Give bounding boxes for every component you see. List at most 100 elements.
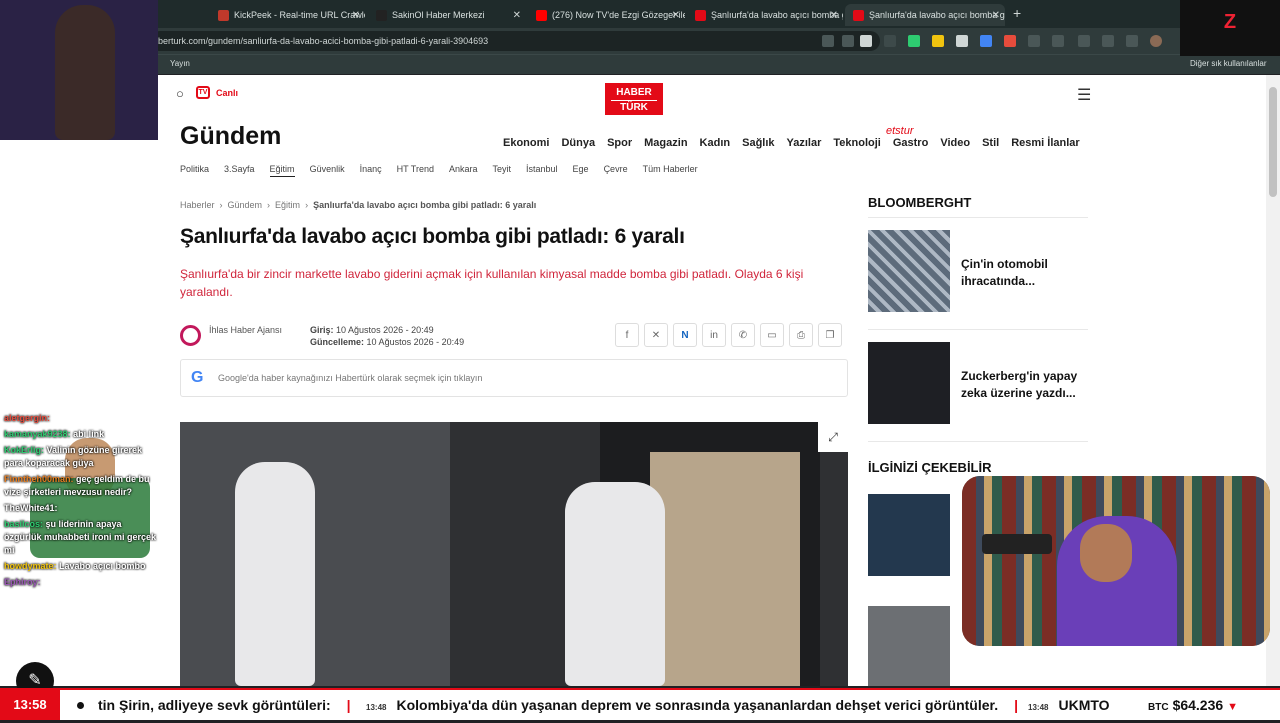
close-icon[interactable]: ✕ <box>513 10 521 21</box>
extension-icon[interactable] <box>1004 35 1016 47</box>
refresh-icon[interactable] <box>1028 35 1040 47</box>
subnav-item[interactable]: 3.Sayfa <box>224 164 255 177</box>
extension-icon[interactable] <box>908 35 920 47</box>
webcam-person <box>55 5 115 140</box>
chat-messages: aletgergin: kamanyak9238: abi link KokEr… <box>4 412 158 592</box>
close-icon[interactable]: ✕ <box>830 10 838 21</box>
nav-item[interactable]: Ekonomi <box>503 137 549 149</box>
google-source-box[interactable]: G Google'da haber kaynağınızı Habertürk … <box>180 359 848 397</box>
subnav-item[interactable]: Ege <box>573 164 589 177</box>
related-image[interactable] <box>868 494 950 576</box>
close-icon[interactable]: ✕ <box>352 10 360 21</box>
whatsapp-icon[interactable]: ✆ <box>731 323 755 347</box>
copy-icon[interactable]: ❐ <box>818 323 842 347</box>
nav-item[interactable]: Stil <box>982 137 999 149</box>
subnav-item-active[interactable]: Eğitim <box>269 164 295 177</box>
nav-item[interactable]: Teknoloji <box>833 137 880 149</box>
tab-title: SakinOl Haber Merkezi <box>392 10 485 20</box>
etstur-logo[interactable]: etstur <box>886 125 914 137</box>
agency-name[interactable]: İhlas Haber Ajansı <box>209 324 289 336</box>
comment-icon[interactable]: ▭ <box>760 323 784 347</box>
subnav-item[interactable]: Tüm Haberler <box>643 164 698 177</box>
nav-item[interactable]: Magazin <box>644 137 687 149</box>
linkedin-icon[interactable]: in <box>702 323 726 347</box>
sub-nav: Politika 3.Sayfa Eğitim Güvenlik İnanç H… <box>180 164 698 177</box>
nav-item[interactable]: Spor <box>607 137 632 149</box>
related-image[interactable] <box>868 606 950 686</box>
down-arrow-icon: ▼ <box>1227 701 1238 713</box>
tab-haberturk-1[interactable]: Şanlıurfa'da lavabo açıcı bomba gi ✕ <box>687 4 843 26</box>
ticker-separator: | <box>1014 697 1019 713</box>
chat-user: Finntheh00man: <box>4 474 74 484</box>
tv-icon[interactable]: TV <box>196 86 210 99</box>
site-logo[interactable]: HABER TÜRK <box>605 83 663 115</box>
subnav-item[interactable]: Çevre <box>604 164 628 177</box>
print-icon[interactable]: ⎙ <box>789 323 813 347</box>
tab-favicon <box>376 9 387 21</box>
other-bookmarks[interactable]: Diğer sık kullanılanlar <box>1190 59 1266 68</box>
subnav-item[interactable]: Teyit <box>493 164 512 177</box>
tab-youtube[interactable]: (276) Now TV'de Ezgi Gözeger ile ✕ <box>528 4 685 26</box>
site-header: ○ TV Canlı HABER TÜRK ☰ <box>158 75 1266 123</box>
chat-line: aletgergin: <box>4 412 158 425</box>
subnav-item[interactable]: Güvenlik <box>310 164 345 177</box>
nav-item[interactable]: Dünya <box>561 137 595 149</box>
sidebar-heading-bloomberght[interactable]: BLOOMBERGHT <box>868 195 1088 218</box>
subnav-item[interactable]: HT Trend <box>397 164 434 177</box>
heart-icon[interactable] <box>1102 35 1114 47</box>
chat-line: Finntheh00man: geç geldim de bu vize şir… <box>4 473 158 499</box>
extension-icon[interactable] <box>956 35 968 47</box>
zoom-icon[interactable] <box>822 35 834 47</box>
subnav-item[interactable]: Ankara <box>449 164 478 177</box>
favorites-icon[interactable] <box>1078 35 1090 47</box>
split-icon[interactable] <box>1052 35 1064 47</box>
google-icon: G <box>191 369 204 386</box>
live-link[interactable]: Canlı <box>216 88 238 98</box>
address-bar[interactable]: berturk.com/gundem/sanliurfa-da-lavabo-a… <box>150 31 880 51</box>
close-icon[interactable]: ✕ <box>992 10 1000 21</box>
section-title[interactable]: Gündem <box>180 122 281 151</box>
tab-haberturk-active[interactable]: Şanlıurfa'da lavabo açıcı bomba gi ✕ <box>845 4 1005 26</box>
avatar[interactable] <box>1150 35 1162 47</box>
article-summary: Şanlıurfa'da bir zincir markette lavabo … <box>180 267 804 299</box>
new-tab-button[interactable]: + <box>1013 5 1021 21</box>
expand-icon[interactable]: ⤢ <box>818 422 848 452</box>
channel-logo: Z <box>1180 0 1280 56</box>
scrollbar-thumb[interactable] <box>1269 87 1277 197</box>
breadcrumb-item[interactable]: Gündem <box>228 200 263 210</box>
menu-icon[interactable]: ☰ <box>1077 85 1091 105</box>
translate-icon[interactable] <box>980 35 992 47</box>
extension-icon[interactable] <box>932 35 944 47</box>
subnav-item[interactable]: Politika <box>180 164 209 177</box>
search-icon[interactable]: ○ <box>176 86 184 101</box>
sidebar-card[interactable]: Çin'in otomobil ihracatında... <box>868 218 1088 330</box>
sidebar-card[interactable]: Zuckerberg'in yapay zeka üzerine yazdı..… <box>868 330 1088 442</box>
tab-kickpeek[interactable]: KickPeek - Real-time URL Crawler ✕ <box>210 4 365 26</box>
extension-icon[interactable] <box>884 35 896 47</box>
article-photo[interactable] <box>180 422 848 686</box>
card-title: Çin'in otomobil ihracatında... <box>961 257 1048 288</box>
nav-item[interactable]: Kadın <box>700 137 731 149</box>
subnav-item[interactable]: İstanbul <box>526 164 558 177</box>
breadcrumb-item[interactable]: Haberler <box>180 200 215 210</box>
close-icon[interactable]: ✕ <box>672 10 680 21</box>
subnav-item[interactable]: İnanç <box>360 164 382 177</box>
chat-user: KokErlig: <box>4 445 45 455</box>
breadcrumb-item[interactable]: Eğitim <box>275 200 300 210</box>
facebook-icon[interactable]: f <box>615 323 639 347</box>
nsosyal-icon[interactable]: N <box>673 323 697 347</box>
bookmark-folder[interactable]: Yayın <box>170 59 190 68</box>
nav-item[interactable]: Resmi İlanlar <box>1011 137 1079 149</box>
nav-item[interactable]: Video <box>940 137 970 149</box>
x-icon[interactable]: ✕ <box>644 323 668 347</box>
nav-item[interactable]: Yazılar <box>787 137 822 149</box>
chat-user: basilcos: <box>4 519 44 529</box>
article-title: Şanlıurfa'da lavabo açıcı bomba gibi pat… <box>180 225 685 248</box>
chevron-right-icon: › <box>219 200 223 210</box>
tab-sakinol[interactable]: SakinOl Haber Merkezi ✕ <box>368 4 526 26</box>
nav-item[interactable]: Gastro <box>893 137 928 149</box>
collections-icon[interactable] <box>1126 35 1138 47</box>
star-icon[interactable] <box>860 35 872 47</box>
nav-item[interactable]: Sağlık <box>742 137 774 149</box>
reader-icon[interactable] <box>842 35 854 47</box>
